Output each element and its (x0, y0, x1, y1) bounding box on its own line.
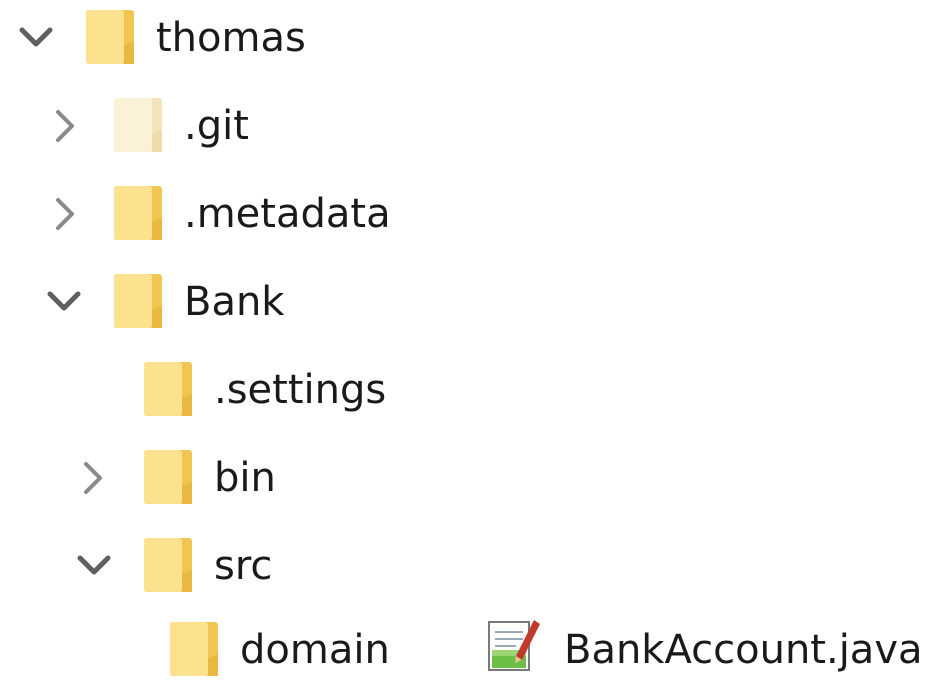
chevron-right-icon[interactable] (44, 106, 84, 146)
folder-icon (170, 622, 218, 676)
folder-tree: thomas .git .metadata Bank .settings bin… (0, 0, 935, 676)
tree-item-src[interactable]: src (0, 528, 320, 608)
tree-item-label: src (214, 543, 273, 589)
folder-icon (114, 186, 162, 240)
tree-item-thomas[interactable]: thomas (0, 0, 320, 80)
tree-item-label: .settings (214, 367, 387, 413)
tree-item-metadata[interactable]: .metadata (0, 176, 400, 256)
chevron-down-icon[interactable] (44, 282, 84, 322)
file-item-label: BankAccount.java (564, 627, 923, 673)
folder-icon (144, 450, 192, 504)
tree-item-label: .git (184, 103, 249, 149)
tree-item-label: domain (240, 627, 390, 673)
java-file-icon (488, 620, 540, 671)
tree-item-label: bin (214, 455, 276, 501)
tree-item-git[interactable]: .git (0, 88, 320, 168)
chevron-down-icon[interactable] (74, 546, 114, 586)
tree-item-domain[interactable]: domain (0, 614, 420, 694)
chevron-right-icon[interactable] (72, 458, 112, 498)
chevron-right-icon[interactable] (44, 194, 84, 234)
chevron-down-icon[interactable] (16, 18, 56, 58)
folder-icon (144, 538, 192, 592)
tree-item-label: thomas (156, 15, 306, 61)
folder-hidden-icon (114, 98, 162, 152)
tree-item-settings[interactable]: .settings (0, 352, 400, 432)
folder-icon (114, 274, 162, 328)
folder-icon (86, 10, 134, 64)
tree-item-label: .metadata (184, 191, 391, 237)
tree-item-label: Bank (184, 279, 285, 325)
tree-item-bank[interactable]: Bank (0, 264, 320, 344)
file-item-bankaccount[interactable]: BankAccount.java (480, 610, 932, 690)
tree-item-bin[interactable]: bin (0, 440, 320, 520)
folder-icon (144, 362, 192, 416)
